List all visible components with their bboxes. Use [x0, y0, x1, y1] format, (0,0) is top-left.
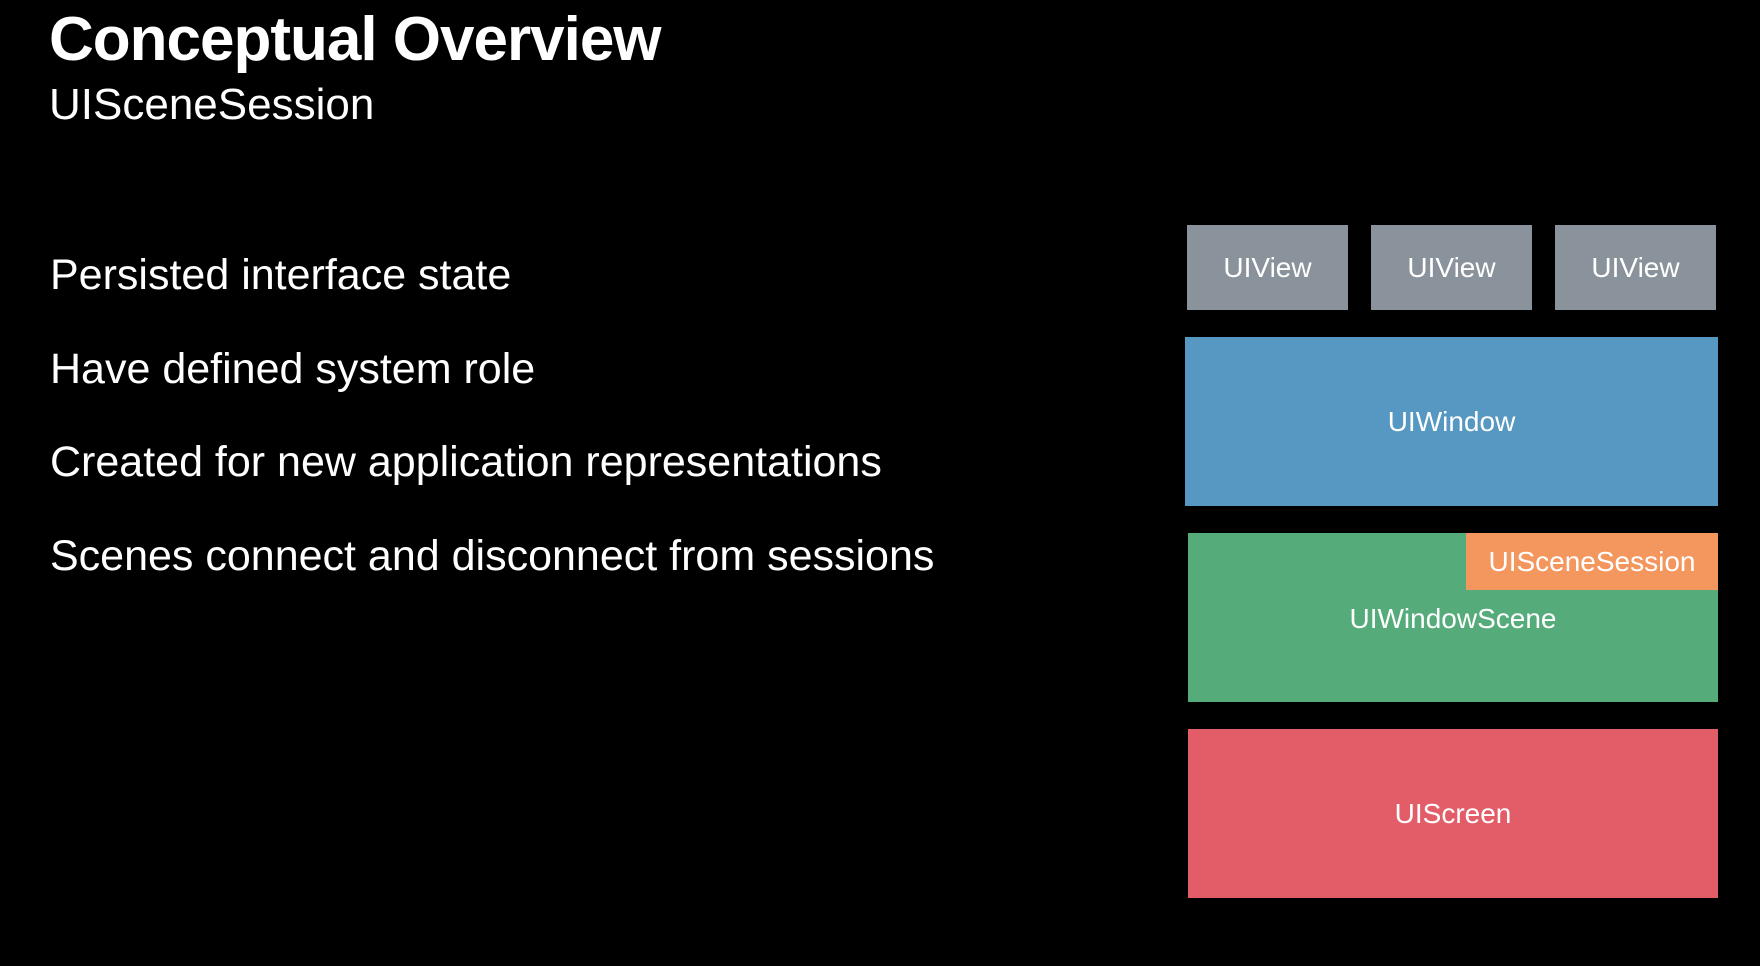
- uiscenesession-label: UISceneSession: [1488, 545, 1696, 577]
- uiview-label: UIView: [1591, 251, 1680, 283]
- uiscenesession-box: UISceneSession: [1466, 533, 1718, 590]
- scene-architecture-diagram: UIView UIView UIView UIWindow UIWindowSc…: [0, 0, 1760, 966]
- uiview-label: UIView: [1223, 251, 1312, 283]
- uiview-box: UIView: [1555, 225, 1716, 310]
- uiwindowscene-label: UIWindowScene: [1349, 602, 1557, 634]
- uiwindow-box: UIWindow: [1185, 337, 1718, 506]
- uiview-box: UIView: [1371, 225, 1532, 310]
- uiscreen-box: UIScreen: [1188, 729, 1718, 898]
- uiwindow-label: UIWindow: [1387, 405, 1516, 437]
- uiscreen-label: UIScreen: [1394, 797, 1512, 829]
- uiview-label: UIView: [1407, 251, 1496, 283]
- uiview-box: UIView: [1187, 225, 1348, 310]
